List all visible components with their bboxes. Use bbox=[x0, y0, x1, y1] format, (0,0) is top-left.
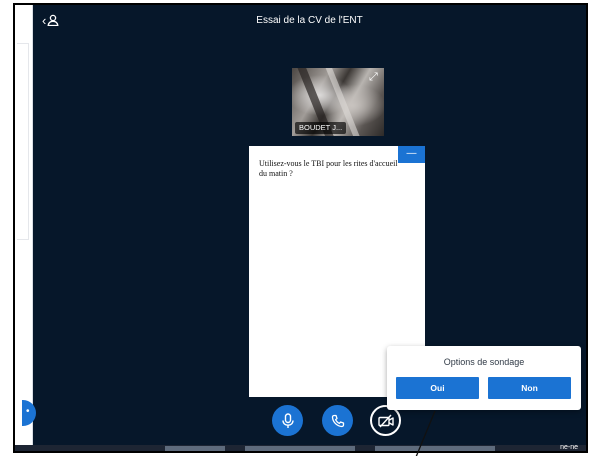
poll-options-popover: Options de sondage Oui Non bbox=[387, 346, 581, 410]
left-sidebar bbox=[15, 5, 33, 445]
taskbar-segment bbox=[165, 446, 225, 451]
taskbar-label: ne-ne bbox=[560, 444, 578, 451]
poll-option-non-button[interactable]: Non bbox=[488, 377, 571, 399]
audio-phone-button[interactable] bbox=[322, 405, 353, 436]
camera-off-icon bbox=[377, 414, 394, 427]
poll-question: Utilisez-vous le TBI pour les rites d'ac… bbox=[259, 159, 398, 178]
left-sidebar-panel bbox=[17, 43, 29, 240]
webcam-video-tile[interactable]: ⤢ BOUDET J... bbox=[292, 68, 384, 136]
media-controls bbox=[33, 405, 586, 439]
microphone-button[interactable] bbox=[272, 405, 303, 436]
expand-icon[interactable]: ⤢ bbox=[369, 71, 381, 83]
meeting-title: Essai de la CV de l'ENT bbox=[256, 15, 363, 26]
left-floating-toggle-label: • bbox=[26, 406, 30, 417]
poll-option-oui-button[interactable]: Oui bbox=[396, 377, 479, 399]
top-bar: ‹ Essai de la CV de l'ENT bbox=[33, 5, 586, 37]
annotation-line bbox=[415, 410, 436, 456]
poll-options-heading: Options de sondage bbox=[443, 357, 525, 367]
participant-name: BOUDET J... bbox=[295, 122, 347, 134]
phone-icon bbox=[331, 414, 344, 427]
taskbar-segment bbox=[245, 446, 355, 451]
minimize-presentation-button[interactable]: — bbox=[398, 146, 425, 163]
taskbar-strip: ne-ne bbox=[15, 444, 586, 451]
microphone-icon bbox=[281, 412, 294, 428]
